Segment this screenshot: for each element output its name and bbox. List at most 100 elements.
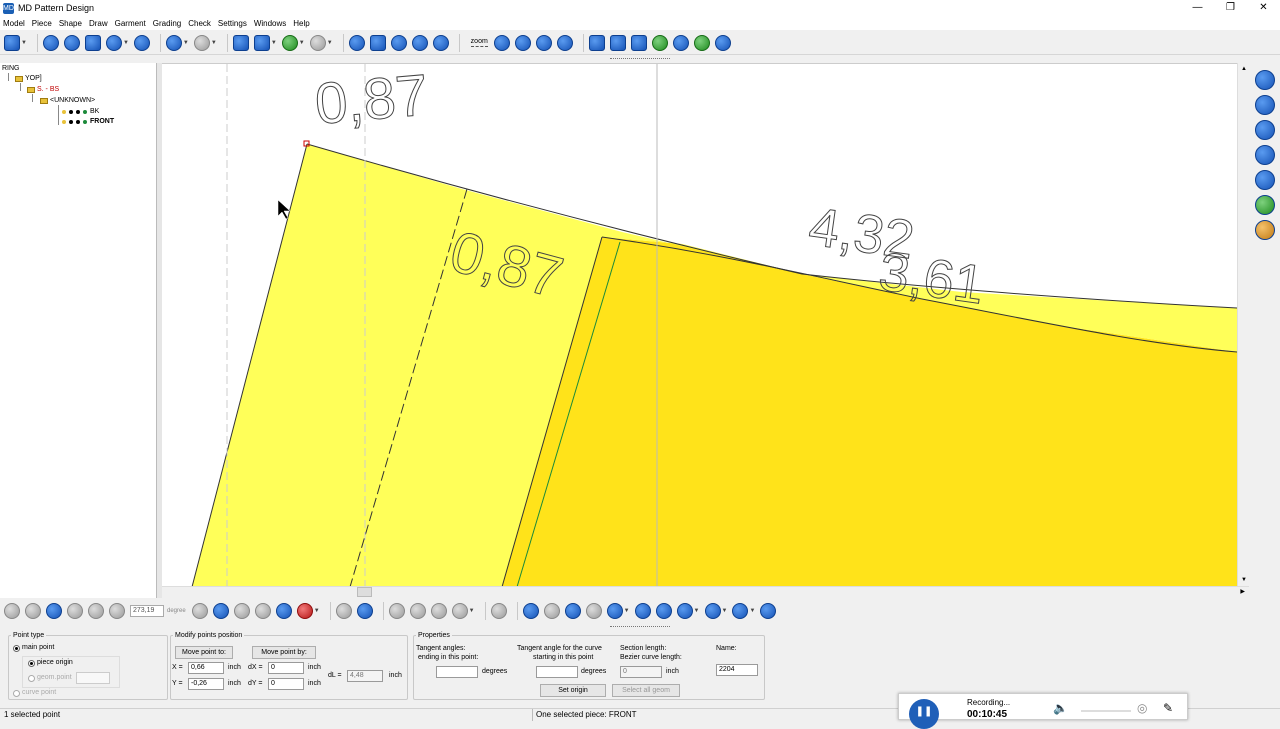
tool-l-icon[interactable]	[296, 603, 313, 619]
geom-point-input[interactable]	[76, 672, 110, 684]
move-point-to-button[interactable]: Move point to:	[175, 646, 233, 659]
scroll-up-icon[interactable]: ▲	[1241, 66, 1247, 72]
toolbar-grip[interactable]	[610, 58, 670, 59]
print-icon[interactable]	[133, 34, 150, 51]
chevron-down-icon[interactable]: ▼	[183, 40, 189, 46]
zoom-fit-icon[interactable]	[535, 34, 552, 51]
tool-ab-icon[interactable]	[704, 603, 721, 619]
tool-m-icon[interactable]	[335, 603, 352, 619]
tool-t-icon[interactable]	[522, 603, 539, 619]
rotate-icon[interactable]	[390, 34, 407, 51]
notch-tool-icon[interactable]	[1255, 195, 1275, 215]
line-tool-icon[interactable]	[1255, 120, 1275, 140]
pattern-canvas[interactable]: 0,87 0,87 4,32 3,61	[162, 63, 1237, 586]
menu-windows[interactable]: Windows	[254, 19, 286, 28]
measure-icon[interactable]	[348, 34, 365, 51]
tool-v-icon[interactable]	[564, 603, 581, 619]
tool-aa-icon[interactable]	[676, 603, 693, 619]
set-origin-button[interactable]: Set origin	[540, 684, 606, 697]
open-icon[interactable]	[105, 34, 122, 51]
save-icon[interactable]	[4, 34, 20, 51]
chevron-down-icon[interactable]: ▼	[694, 608, 700, 614]
piece-origin-radio[interactable]	[28, 660, 35, 667]
chevron-down-icon[interactable]: ▼	[327, 40, 333, 46]
menu-grading[interactable]: Grading	[153, 19, 181, 28]
tree-node-yop[interactable]: YOP]	[15, 75, 42, 82]
toolbar-grip[interactable]	[610, 626, 670, 627]
zoom-in-icon[interactable]	[493, 34, 510, 51]
tool-r-icon[interactable]	[451, 603, 468, 619]
menu-settings[interactable]: Settings	[218, 19, 247, 28]
horizontal-scrollbar[interactable]: ▶	[162, 586, 1249, 597]
chevron-down-icon[interactable]: ▼	[469, 608, 475, 614]
tool-ad-icon[interactable]	[760, 603, 777, 619]
import-icon[interactable]	[609, 34, 626, 51]
tool-y-icon[interactable]	[634, 603, 651, 619]
redo-icon[interactable]	[193, 34, 210, 51]
tools-icon[interactable]	[672, 34, 689, 51]
tool-g-icon[interactable]	[191, 603, 208, 619]
chevron-down-icon[interactable]: ▼	[624, 608, 630, 614]
zoom-out-icon[interactable]	[514, 34, 531, 51]
x-input[interactable]: 0,66	[188, 662, 224, 674]
dl-input[interactable]: 4,48	[347, 670, 383, 682]
section-length-input[interactable]: 0	[620, 666, 662, 678]
menu-piece[interactable]: Piece	[32, 19, 52, 28]
layer-icon[interactable]	[281, 34, 298, 51]
pattern-drawing[interactable]: 0,87 0,87 4,32 3,61	[162, 64, 1237, 586]
tool-n-icon[interactable]	[356, 603, 373, 619]
menu-shape[interactable]: Shape	[59, 19, 82, 28]
webcam-icon[interactable]: ◎	[1137, 701, 1147, 715]
tool-k-icon[interactable]	[275, 603, 292, 619]
scroll-down-icon[interactable]: ▼	[1241, 577, 1247, 583]
chevron-down-icon[interactable]: ▼	[123, 40, 129, 46]
tool-x-icon[interactable]	[606, 603, 623, 619]
tangent-end-input[interactable]	[436, 666, 478, 678]
menu-garment[interactable]: Garment	[115, 19, 146, 28]
select-icon[interactable]	[369, 34, 386, 51]
tool-e-icon[interactable]	[88, 603, 104, 619]
scroll-right-icon[interactable]: ▶	[1240, 588, 1245, 595]
tool-ac-icon[interactable]	[732, 603, 749, 619]
tree-root[interactable]: RING	[2, 65, 20, 72]
zoom-label[interactable]: zoom	[470, 38, 488, 47]
tree-node-unknown[interactable]: <UNKNOWN>	[40, 97, 95, 104]
chevron-down-icon[interactable]: ▼	[314, 608, 320, 614]
angle-input[interactable]: 273,19	[130, 605, 164, 617]
scroll-thumb[interactable]	[357, 587, 372, 597]
restore-button[interactable]: ❐	[1214, 0, 1247, 16]
curve-point-radio[interactable]	[13, 690, 20, 697]
tape-tool-icon[interactable]	[1255, 220, 1275, 240]
minimize-button[interactable]: —	[1181, 0, 1214, 16]
curve-tool-icon[interactable]	[1255, 170, 1275, 190]
tool-q-icon[interactable]	[430, 603, 447, 619]
tool-a-icon[interactable]	[4, 603, 20, 619]
table-icon[interactable]	[630, 34, 647, 51]
chevron-down-icon[interactable]: ▼	[299, 40, 305, 46]
volume-slider[interactable]	[1081, 710, 1131, 712]
refresh-icon[interactable]	[432, 34, 449, 51]
speaker-icon[interactable]: 🔈	[1053, 701, 1068, 715]
grid-icon[interactable]	[253, 34, 270, 51]
mirror-icon[interactable]	[411, 34, 428, 51]
tool-p-icon[interactable]	[409, 603, 426, 619]
front-piece-body[interactable]	[502, 237, 1237, 586]
menu-help[interactable]: Help	[293, 19, 309, 28]
select-all-geom-button[interactable]: Select all geom	[612, 684, 680, 697]
menu-check[interactable]: Check	[188, 19, 211, 28]
copy-icon[interactable]	[84, 34, 101, 51]
tool-i-icon[interactable]	[233, 603, 250, 619]
dx-input[interactable]: 0	[268, 662, 304, 674]
lock-icon[interactable]	[309, 34, 326, 51]
tool-c-icon[interactable]	[46, 603, 62, 619]
point-tool-icon[interactable]	[1255, 95, 1275, 115]
tool-d-icon[interactable]	[67, 603, 83, 619]
tool-j-icon[interactable]	[254, 603, 271, 619]
undo-icon[interactable]	[165, 34, 182, 51]
main-point-radio[interactable]	[13, 645, 20, 652]
tool-u-icon[interactable]	[543, 603, 560, 619]
export-icon[interactable]	[588, 34, 605, 51]
y-input[interactable]: -0,26	[188, 678, 224, 690]
globe-icon[interactable]	[693, 34, 710, 51]
move-point-by-button[interactable]: Move point by:	[252, 646, 316, 659]
